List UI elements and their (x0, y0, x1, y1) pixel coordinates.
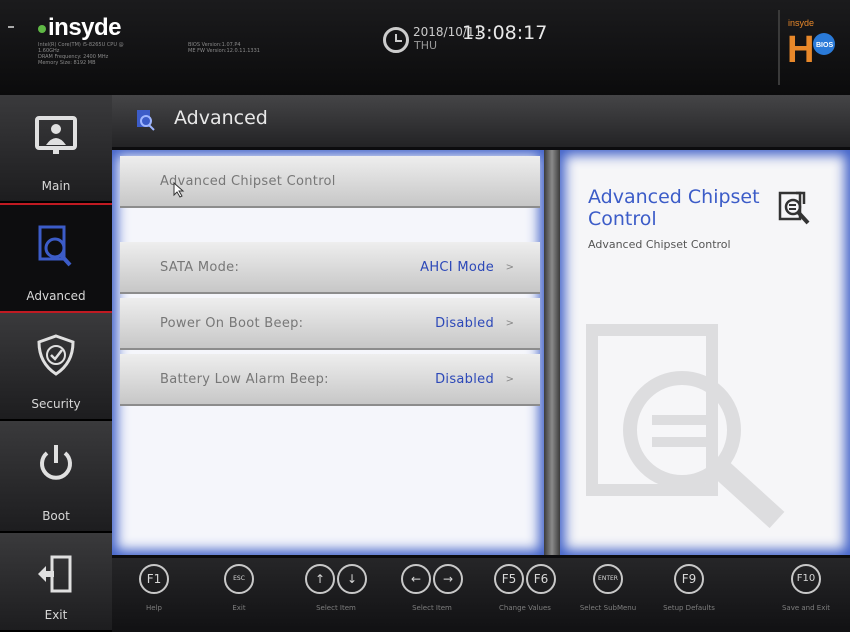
esc-key-icon: ESC (224, 564, 254, 594)
svg-text:BIOS: BIOS (816, 42, 833, 49)
clock-icon (383, 27, 409, 53)
hotkey-setup-defaults[interactable]: F9 Setup Defaults (656, 564, 722, 612)
system-info-bios: BIOS Version:1.07.P4 ME FW Version:12.0.… (188, 42, 260, 54)
hotkey-save-and-exit[interactable]: F10 Save and Exit (772, 564, 840, 612)
arrow-down-icon: ↓ (337, 564, 367, 594)
hotkey-help[interactable]: F1 Help (134, 564, 174, 612)
setting-value[interactable]: Disabled (435, 372, 494, 387)
sidebar: Main Advanced Security Boot Exit (0, 95, 112, 632)
help-title: Advanced Chipset Control (588, 186, 760, 230)
enter-key-icon: ENTER (593, 564, 623, 594)
insyde-h2o-logo: insyde H BIOS (787, 18, 835, 68)
setting-value[interactable]: AHCI Mode (420, 260, 494, 275)
sidebar-item-boot[interactable]: Boot (0, 421, 112, 533)
setting-battery-low-alarm-beep[interactable]: Battery Low Alarm Beep: Disabled > (120, 354, 540, 406)
f5-key-icon: F5 (494, 564, 524, 594)
power-icon (40, 445, 72, 480)
sidebar-item-main[interactable]: Main (0, 95, 112, 203)
hotkey-select-submenu[interactable]: ENTER Select SubMenu (576, 564, 640, 612)
hotkey-change-values[interactable]: F5 F6 Change Values (487, 564, 563, 612)
setting-power-on-boot-beep[interactable]: Power On Boot Beep: Disabled > (120, 298, 540, 350)
settings-panel: Advanced Chipset Control SATA Mode: AHCI… (112, 150, 544, 555)
document-search-icon (137, 110, 155, 131)
weekday-display: THU (414, 39, 438, 52)
header-divider (778, 10, 780, 85)
hotkey-select-item-vertical[interactable]: ↑ ↓ Select Item (298, 564, 374, 612)
svg-text:H: H (787, 29, 814, 68)
exit-door-icon (38, 555, 72, 593)
chevron-right-icon: > (505, 318, 514, 329)
chevron-right-icon: > (505, 262, 514, 273)
system-info-cpu: Intel(R) Core(TM) i5-8265U CPU @ 1.60GHz… (38, 42, 124, 66)
help-panel: Advanced Chipset Control Advanced Chipse… (560, 150, 850, 555)
f9-key-icon: F9 (674, 564, 704, 594)
shield-check-icon (37, 334, 75, 376)
document-search-watermark-icon (586, 324, 785, 529)
arrow-left-icon: ← (401, 564, 431, 594)
f10-key-icon: F10 (791, 564, 821, 594)
sidebar-item-security[interactable]: Security (0, 313, 112, 421)
setting-sata-mode[interactable]: SATA Mode: AHCI Mode > (120, 242, 540, 294)
mouse-cursor-icon (173, 182, 185, 198)
window-dash (8, 26, 14, 28)
svg-text:insyde: insyde (788, 18, 814, 28)
f1-key-icon: F1 (139, 564, 169, 594)
time-display: 13:08:17 (462, 22, 548, 44)
page-title: Advanced (174, 107, 268, 129)
document-search-icon (38, 225, 72, 267)
insyde-logo: insyde (38, 14, 122, 42)
hotkey-select-item-horizontal[interactable]: ← → Select Item (394, 564, 470, 612)
monitor-user-icon (35, 116, 77, 154)
setting-label: Battery Low Alarm Beep: (160, 372, 329, 387)
sidebar-item-exit[interactable]: Exit (0, 533, 112, 632)
document-search-icon (778, 191, 810, 225)
arrow-right-icon: → (433, 564, 463, 594)
page-title-bar: Advanced (112, 95, 850, 147)
arrow-up-icon: ↑ (305, 564, 335, 594)
help-description: Advanced Chipset Control (588, 238, 731, 251)
chevron-right-icon: > (505, 374, 514, 385)
header-bar: insyde Intel(R) Core(TM) i5-8265U CPU @ … (0, 0, 850, 95)
submenu-label: Advanced Chipset Control (160, 174, 336, 189)
panel-divider (544, 150, 560, 555)
setting-label: SATA Mode: (160, 260, 240, 275)
setting-label: Power On Boot Beep: (160, 316, 304, 331)
setting-value[interactable]: Disabled (435, 316, 494, 331)
f6-key-icon: F6 (526, 564, 556, 594)
hotkey-exit[interactable]: ESC Exit (219, 564, 259, 612)
sidebar-item-advanced[interactable]: Advanced (0, 203, 112, 313)
hotkey-bar: F1 Help ESC Exit ↑ ↓ Select Item ← → Selec… (112, 558, 850, 632)
